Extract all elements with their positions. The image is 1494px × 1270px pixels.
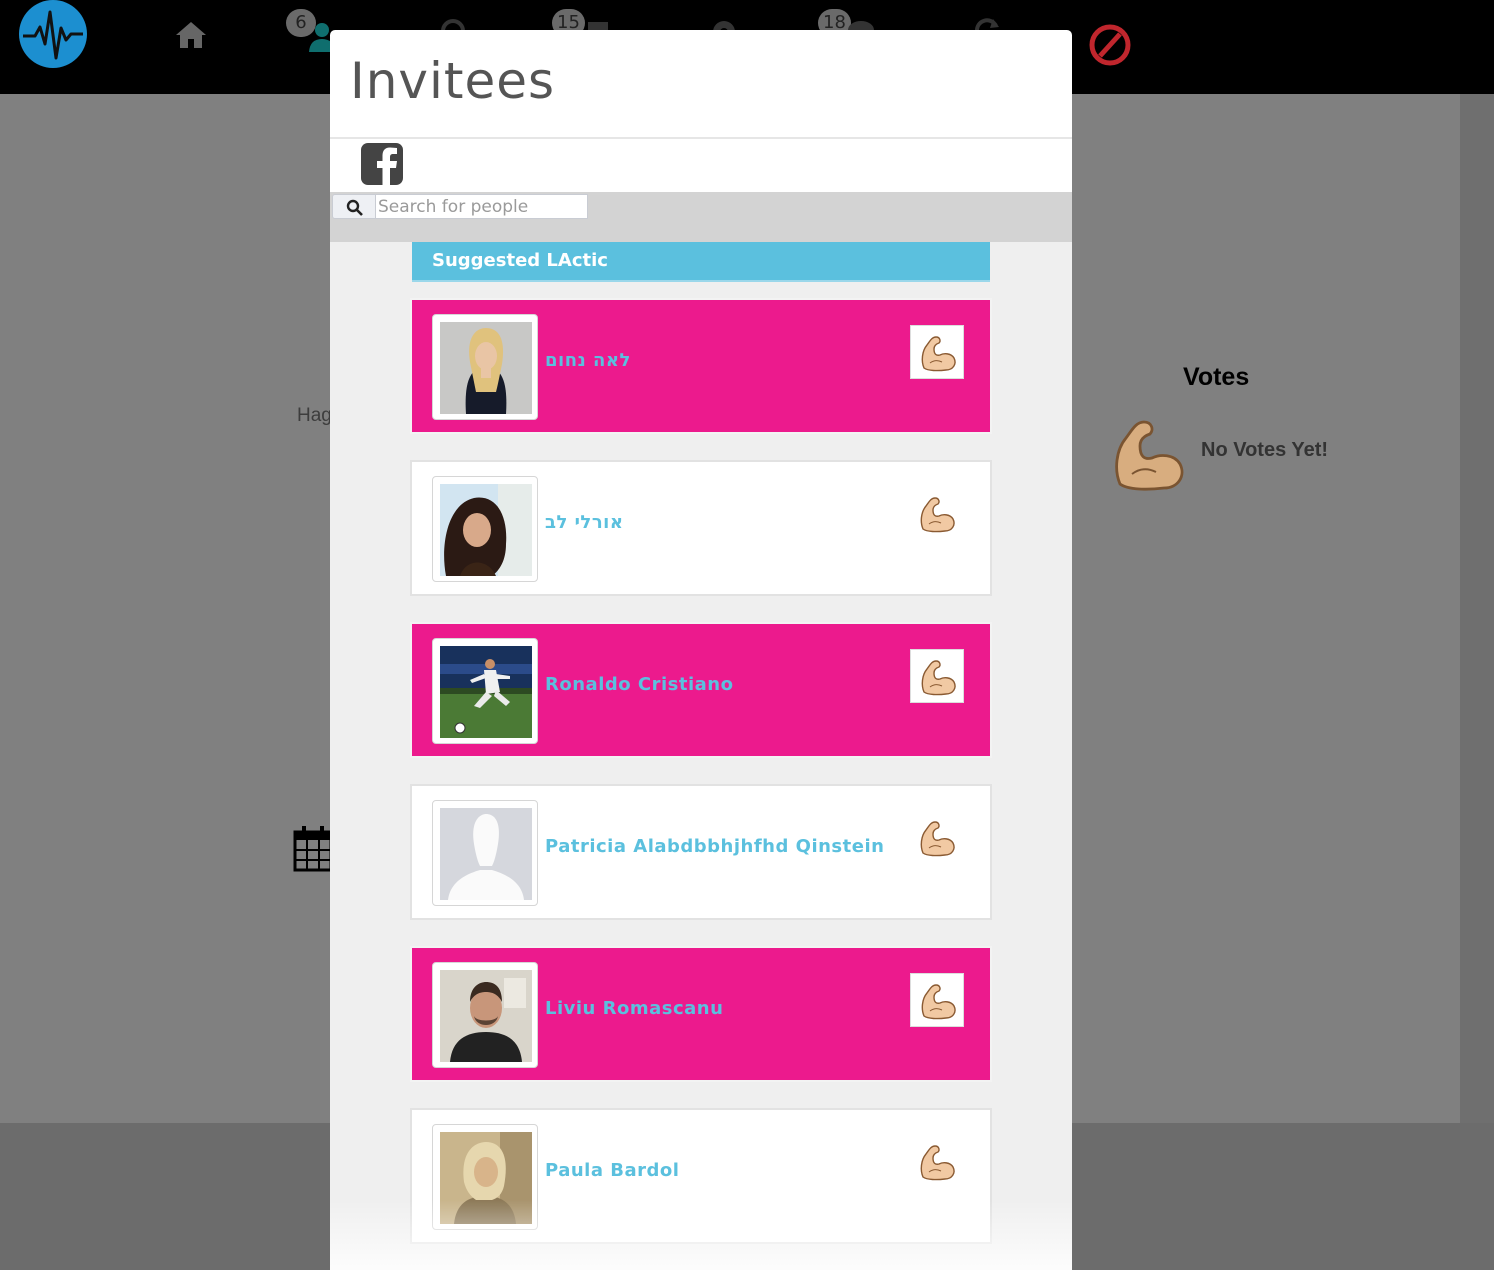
flexed-biceps-icon: [921, 336, 956, 372]
avatar[interactable]: [432, 1124, 538, 1230]
invitee-name[interactable]: לאה נחום: [545, 350, 631, 371]
flexed-biceps-icon: [920, 497, 955, 533]
modal-divider: [330, 137, 1072, 139]
search-people-input[interactable]: [376, 194, 588, 219]
invitee-name[interactable]: Ronaldo Cristiano: [545, 674, 733, 695]
no-votes-text: No Votes Yet!: [1201, 439, 1329, 461]
flexed-biceps-icon: [921, 984, 956, 1020]
invite-vote-button[interactable]: [910, 811, 964, 865]
search-icon: [346, 199, 363, 216]
home-icon[interactable]: [174, 20, 208, 54]
flexed-biceps-icon: [1108, 414, 1188, 498]
background-text: Hag: [297, 405, 332, 426]
invitee-card[interactable]: Liviu Romascanu: [410, 946, 992, 1082]
avatar[interactable]: [432, 962, 538, 1068]
avatar[interactable]: [432, 800, 538, 906]
invitee-name[interactable]: Patricia Alabdbbhjhfhd Qinstein: [545, 836, 884, 857]
invitee-card[interactable]: אורלי לב: [410, 460, 992, 596]
pulse-logo-icon[interactable]: [19, 0, 87, 68]
search-addon: [332, 194, 376, 219]
invitee-card[interactable]: Paula Bardol: [410, 1108, 992, 1244]
invitee-name[interactable]: אורלי לב: [545, 512, 623, 533]
invitee-card[interactable]: לאה נחום: [410, 298, 992, 434]
votes-title: Votes: [1183, 363, 1250, 391]
invitee-name[interactable]: Paula Bardol: [545, 1160, 679, 1181]
avatar[interactable]: [432, 638, 538, 744]
facebook-icon[interactable]: [361, 143, 403, 185]
avatar[interactable]: [432, 314, 538, 420]
invitee-card[interactable]: Ronaldo Cristiano: [410, 622, 992, 758]
invitee-name[interactable]: Liviu Romascanu: [545, 998, 723, 1019]
flexed-biceps-icon: [920, 1145, 955, 1181]
invite-vote-button[interactable]: [910, 487, 964, 541]
invite-vote-button[interactable]: [910, 325, 964, 379]
invitees-modal: Invitees Suggested LActic לאה נחום או: [330, 30, 1072, 1270]
no-icon[interactable]: [1088, 23, 1132, 67]
flexed-biceps-icon: [920, 821, 955, 857]
page-scroll-area: [1460, 94, 1494, 1123]
invite-vote-button[interactable]: [910, 649, 964, 703]
calendar-icon: [293, 824, 333, 876]
invitee-list: Suggested LActic לאה נחום אורלי לב Ronal…: [330, 242, 1072, 1270]
invite-vote-button[interactable]: [910, 973, 964, 1027]
invite-vote-button[interactable]: [910, 1135, 964, 1189]
flexed-biceps-icon: [921, 660, 956, 696]
avatar[interactable]: [432, 476, 538, 582]
suggested-section-header: Suggested LActic: [412, 242, 990, 282]
invitee-card[interactable]: Patricia Alabdbbhjhfhd Qinstein: [410, 784, 992, 920]
modal-title: Invitees: [350, 52, 556, 110]
